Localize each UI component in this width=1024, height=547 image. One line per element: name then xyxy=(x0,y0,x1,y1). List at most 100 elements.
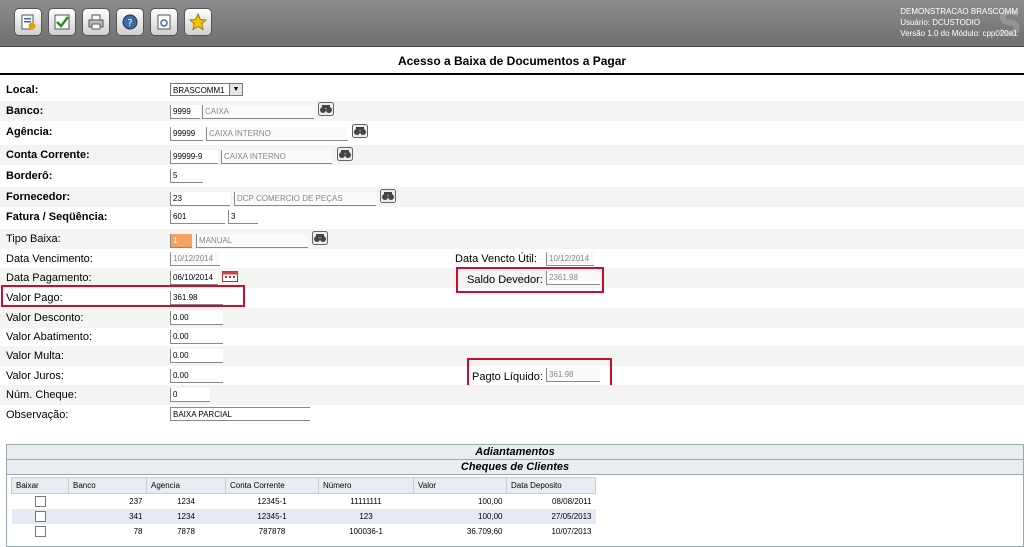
row-vencimento: Data Vencimento: 10/12/2014 Data Vencto … xyxy=(0,249,1024,269)
binoculars-lookup-icon[interactable] xyxy=(337,147,353,161)
adiantamentos-panel: Adiantamentos Cheques de Clientes Baixar… xyxy=(6,444,1024,547)
conta-code-input[interactable]: 99999-9 xyxy=(170,150,218,164)
calendar-icon[interactable] xyxy=(222,271,238,282)
local-select[interactable]: BRASCOMM1 ▼ xyxy=(170,83,243,96)
desconto-label: Valor Desconto: xyxy=(6,312,84,324)
user-info: Usuário: DCUSTODIO xyxy=(900,18,981,27)
cell-agencia: 1234 xyxy=(177,497,195,506)
col-valor[interactable]: Valor xyxy=(413,477,507,494)
row-cheque: Núm. Cheque: 0 xyxy=(0,385,1024,405)
help-icon[interactable]: ? xyxy=(116,8,144,36)
new-icon[interactable] xyxy=(14,8,42,36)
binoculars-lookup-icon[interactable] xyxy=(312,231,328,245)
baixar-checkbox[interactable] xyxy=(34,511,46,522)
col-banco[interactable]: Banco xyxy=(68,477,147,494)
desconto-input[interactable]: 0.00 xyxy=(170,311,223,325)
table-row: 341 1234 12345-1 123 100,00 27/05/2013 xyxy=(11,509,596,524)
banco-name-field: CAIXA xyxy=(202,105,314,119)
row-fornecedor: Fornecedor: 23 DCP COMERCIO DE PEÇAS xyxy=(0,187,1024,207)
cell-numero: 11111111 xyxy=(350,497,382,506)
cell-agencia: 7878 xyxy=(177,527,195,536)
cell-valor: 100,00 xyxy=(478,497,503,506)
fornecedor-code-input[interactable]: 23 xyxy=(170,192,230,206)
cheque-input[interactable]: 0 xyxy=(170,388,210,402)
multa-input[interactable]: 0.00 xyxy=(170,349,223,363)
pag-label: Data Pagamento: xyxy=(6,272,92,284)
tipo-name-field: MANUAL xyxy=(196,234,308,248)
fornecedor-name-field: DCP COMERCIO DE PEÇAS xyxy=(234,192,376,206)
system-info: DEMONSTRACAO BRASCOMM Usuário: DCUSTODIO… xyxy=(900,6,1018,39)
col-conta[interactable]: Conta Corrente xyxy=(225,477,319,494)
favorite-star-icon[interactable] xyxy=(184,8,212,36)
cell-numero: 100036-1 xyxy=(349,527,383,536)
cell-conta: 787878 xyxy=(258,527,286,536)
banco-label: Banco: xyxy=(6,105,44,117)
baixar-checkbox[interactable] xyxy=(34,496,46,507)
pag-input[interactable]: 06/10/2014 xyxy=(170,271,218,285)
abatimento-label: Valor Abatimento: xyxy=(6,331,93,343)
row-desconto: Valor Desconto: 0.00 xyxy=(0,308,1024,328)
local-label: Local: xyxy=(6,84,39,96)
top-toolbar: ? S DEMONSTRACAO BRASCOMM Usuário: DCUST… xyxy=(0,0,1024,47)
row-tipo-baixa: Tipo Baixa: 1 MANUAL xyxy=(0,229,1024,249)
col-baixar[interactable]: Baixar xyxy=(11,477,69,494)
print-icon[interactable] xyxy=(82,8,110,36)
page-title: Acesso a Baixa de Documentos a Pagar xyxy=(0,47,1024,75)
fatura-input[interactable]: 601 xyxy=(170,210,225,224)
row-observacao: Observação: BAIXA PARCIAL xyxy=(0,405,1024,425)
agencia-label: Agência: xyxy=(6,126,53,138)
document-icon[interactable] xyxy=(150,8,178,36)
cell-banco: 78 xyxy=(133,527,143,536)
venc-label: Data Vencimento: xyxy=(6,253,93,265)
cell-valor: 100,00 xyxy=(413,509,507,524)
juros-input[interactable]: 0.00 xyxy=(170,369,223,383)
table-row: 78 7878 787878 100036-1 36.709,60 10/07/… xyxy=(12,524,596,539)
observacao-input[interactable]: BAIXA PARCIAL xyxy=(170,407,310,421)
abatimento-input[interactable]: 0.00 xyxy=(170,330,223,344)
multa-label: Valor Multa: xyxy=(6,350,64,362)
col-data[interactable]: Data Deposito xyxy=(506,477,596,494)
row-banco: Banco: 9999 CAIXA xyxy=(0,101,1024,121)
conta-label: Conta Corrente: xyxy=(6,149,90,161)
obs-label: Observação: xyxy=(6,409,69,421)
table-row: 237 1234 12345-1 11111111 100,00 08/08/2… xyxy=(12,494,596,510)
col-agencia[interactable]: Agencia xyxy=(146,477,226,494)
row-abatimento: Valor Abatimento: 0.00 xyxy=(0,327,1024,347)
cell-data: 27/05/2013 xyxy=(506,509,596,524)
row-conta: Conta Corrente: 99999-9 CAIXA INTERNO xyxy=(0,145,1024,165)
adiantamentos-header: Adiantamentos xyxy=(7,445,1023,460)
cheque-label: Núm. Cheque: xyxy=(6,389,77,401)
row-fatura: Fatura / Seqüência: 601 3 xyxy=(0,207,1024,227)
row-agencia: Agência: 99999 CAIXA INTERNO xyxy=(0,122,1024,142)
baixar-checkbox[interactable] xyxy=(34,526,46,537)
svg-text:?: ? xyxy=(127,18,132,29)
cell-data: 10/07/2013 xyxy=(551,527,592,536)
bordero-input[interactable]: 5 xyxy=(170,169,203,183)
tipo-code-field: 1 xyxy=(170,234,192,248)
row-bordero: Borderô: 5 xyxy=(0,166,1024,186)
row-local: Local: BRASCOMM1 ▼ xyxy=(0,80,1024,100)
cell-numero: 123 xyxy=(318,509,414,524)
cell-data: 08/08/2011 xyxy=(552,497,592,506)
binoculars-lookup-icon[interactable] xyxy=(380,189,396,203)
chevron-down-icon: ▼ xyxy=(229,84,242,95)
cell-banco: 341 xyxy=(68,509,147,524)
binoculars-lookup-icon[interactable] xyxy=(352,124,368,138)
check-icon[interactable] xyxy=(48,8,76,36)
sequencia-input[interactable]: 3 xyxy=(228,210,258,224)
cell-conta: 12345-1 xyxy=(257,497,287,506)
col-numero[interactable]: Número xyxy=(318,477,414,494)
agencia-name-field: CAIXA INTERNO xyxy=(206,127,348,141)
fatura-label: Fatura / Seqüência: xyxy=(6,211,108,223)
company-name: DEMONSTRACAO BRASCOMM xyxy=(900,7,1018,16)
banco-code-input[interactable]: 9999 xyxy=(170,105,200,119)
cheques-header: Cheques de Clientes xyxy=(7,460,1023,475)
valor-pago-highlight-box xyxy=(1,285,245,307)
agencia-code-input[interactable]: 99999 xyxy=(170,127,203,141)
cell-valor: 36.709,60 xyxy=(466,527,503,536)
binoculars-lookup-icon[interactable] xyxy=(318,102,334,116)
conta-name-field: CAIXA INTERNO xyxy=(221,150,332,164)
table-header-row: Baixar Banco Agencia Conta Corrente Núme… xyxy=(11,477,596,494)
version-info: Versão 1.0 do Módulo: cpp020a1 xyxy=(900,29,1018,38)
fornecedor-label: Fornecedor: xyxy=(6,191,71,203)
